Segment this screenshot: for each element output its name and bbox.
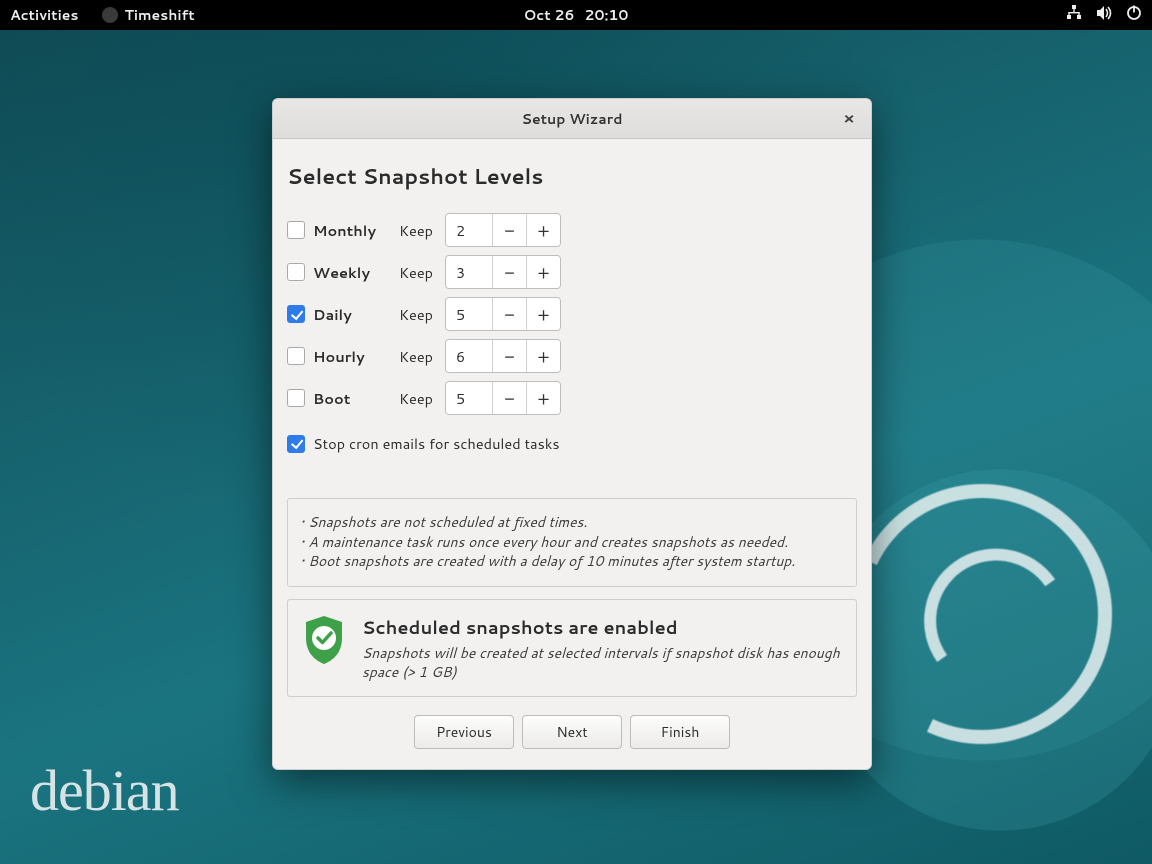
weekly-decrement-button[interactable]: − (492, 256, 526, 288)
previous-button[interactable]: Previous (414, 715, 514, 749)
level-row-hourly: Hourly Keep − + (287, 335, 857, 377)
boot-increment-button[interactable]: + (526, 382, 560, 414)
minus-icon: − (504, 217, 515, 243)
level-row-boot: Boot Keep − + (287, 377, 857, 419)
weekly-checkbox[interactable] (287, 263, 305, 281)
shield-check-icon (302, 614, 346, 666)
boot-keep-spinner: − + (445, 381, 561, 415)
volume-icon[interactable] (1096, 5, 1112, 26)
weekly-label: Weekly (313, 262, 391, 283)
monthly-checkbox[interactable] (287, 221, 305, 239)
keep-label: Keep (399, 304, 435, 325)
daily-keep-spinner: − + (445, 297, 561, 331)
wizard-footer: Previous Next Finish (287, 697, 857, 755)
minus-icon: − (504, 385, 515, 411)
status-title: Scheduled snapshots are enabled (362, 614, 842, 640)
monthly-keep-spinner: − + (445, 213, 561, 247)
keep-label: Keep (399, 346, 435, 367)
close-button[interactable]: × (837, 107, 861, 131)
page-heading: Select Snapshot Levels (287, 161, 857, 191)
plus-icon: + (537, 259, 549, 285)
hourly-checkbox[interactable] (287, 347, 305, 365)
hourly-keep-spinner: − + (445, 339, 561, 373)
level-row-daily: Daily Keep − + (287, 293, 857, 335)
hourly-keep-input[interactable] (446, 340, 492, 372)
clock[interactable]: Oct 26 20:10 (524, 5, 629, 25)
plus-icon: + (537, 217, 549, 243)
minus-icon: − (504, 259, 515, 285)
info-line-2: • A maintenance task runs once every hou… (300, 533, 844, 553)
weekly-increment-button[interactable]: + (526, 256, 560, 288)
keep-label: Keep (399, 262, 435, 283)
hourly-decrement-button[interactable]: − (492, 340, 526, 372)
status-subtext: Snapshots will be created at selected in… (362, 644, 842, 682)
info-box: • Snapshots are not scheduled at fixed t… (287, 498, 857, 587)
level-row-monthly: Monthly Keep − + (287, 209, 857, 251)
plus-icon: + (537, 301, 549, 327)
info-line-1: • Snapshots are not scheduled at fixed t… (300, 513, 844, 533)
stop-cron-checkbox[interactable] (287, 435, 305, 453)
plus-icon: + (537, 385, 549, 411)
app-icon (102, 7, 118, 23)
weekly-keep-input[interactable] (446, 256, 492, 288)
app-name-label: Timeshift (124, 5, 194, 25)
activities-button[interactable]: Activities (10, 5, 78, 25)
next-button[interactable]: Next (522, 715, 622, 749)
keep-label: Keep (399, 220, 435, 241)
daily-decrement-button[interactable]: − (492, 298, 526, 330)
plus-icon: + (537, 343, 549, 369)
daily-label: Daily (313, 304, 391, 325)
window-title: Setup Wizard (522, 109, 623, 129)
daily-keep-input[interactable] (446, 298, 492, 330)
power-icon[interactable] (1126, 5, 1142, 26)
monthly-increment-button[interactable]: + (526, 214, 560, 246)
network-icon[interactable] (1066, 5, 1082, 26)
monthly-keep-input[interactable] (446, 214, 492, 246)
debian-logo-text: debian (30, 757, 179, 824)
boot-label: Boot (313, 388, 391, 409)
setup-wizard-window: Setup Wizard × Select Snapshot Levels Mo… (272, 98, 872, 770)
weekly-keep-spinner: − + (445, 255, 561, 289)
daily-increment-button[interactable]: + (526, 298, 560, 330)
gnome-topbar: Activities Timeshift Oct 26 20:10 (0, 0, 1152, 30)
window-titlebar: Setup Wizard × (273, 99, 871, 139)
hourly-label: Hourly (313, 346, 391, 367)
level-row-weekly: Weekly Keep − + (287, 251, 857, 293)
minus-icon: − (504, 301, 515, 327)
date-label: Oct 26 (524, 5, 575, 25)
hourly-increment-button[interactable]: + (526, 340, 560, 372)
close-icon: × (843, 107, 854, 130)
boot-checkbox[interactable] (287, 389, 305, 407)
boot-keep-input[interactable] (446, 382, 492, 414)
daily-checkbox[interactable] (287, 305, 305, 323)
monthly-decrement-button[interactable]: − (492, 214, 526, 246)
active-app-indicator[interactable]: Timeshift (102, 5, 194, 25)
stop-cron-row: Stop cron emails for scheduled tasks (287, 433, 857, 454)
info-line-3: • Boot snapshots are created with a dela… (300, 552, 844, 572)
minus-icon: − (504, 343, 515, 369)
finish-button[interactable]: Finish (630, 715, 730, 749)
status-box: Scheduled snapshots are enabled Snapshot… (287, 599, 857, 697)
keep-label: Keep (399, 388, 435, 409)
boot-decrement-button[interactable]: − (492, 382, 526, 414)
monthly-label: Monthly (313, 220, 391, 241)
time-label: 20:10 (584, 5, 628, 25)
stop-cron-label: Stop cron emails for scheduled tasks (313, 433, 560, 454)
